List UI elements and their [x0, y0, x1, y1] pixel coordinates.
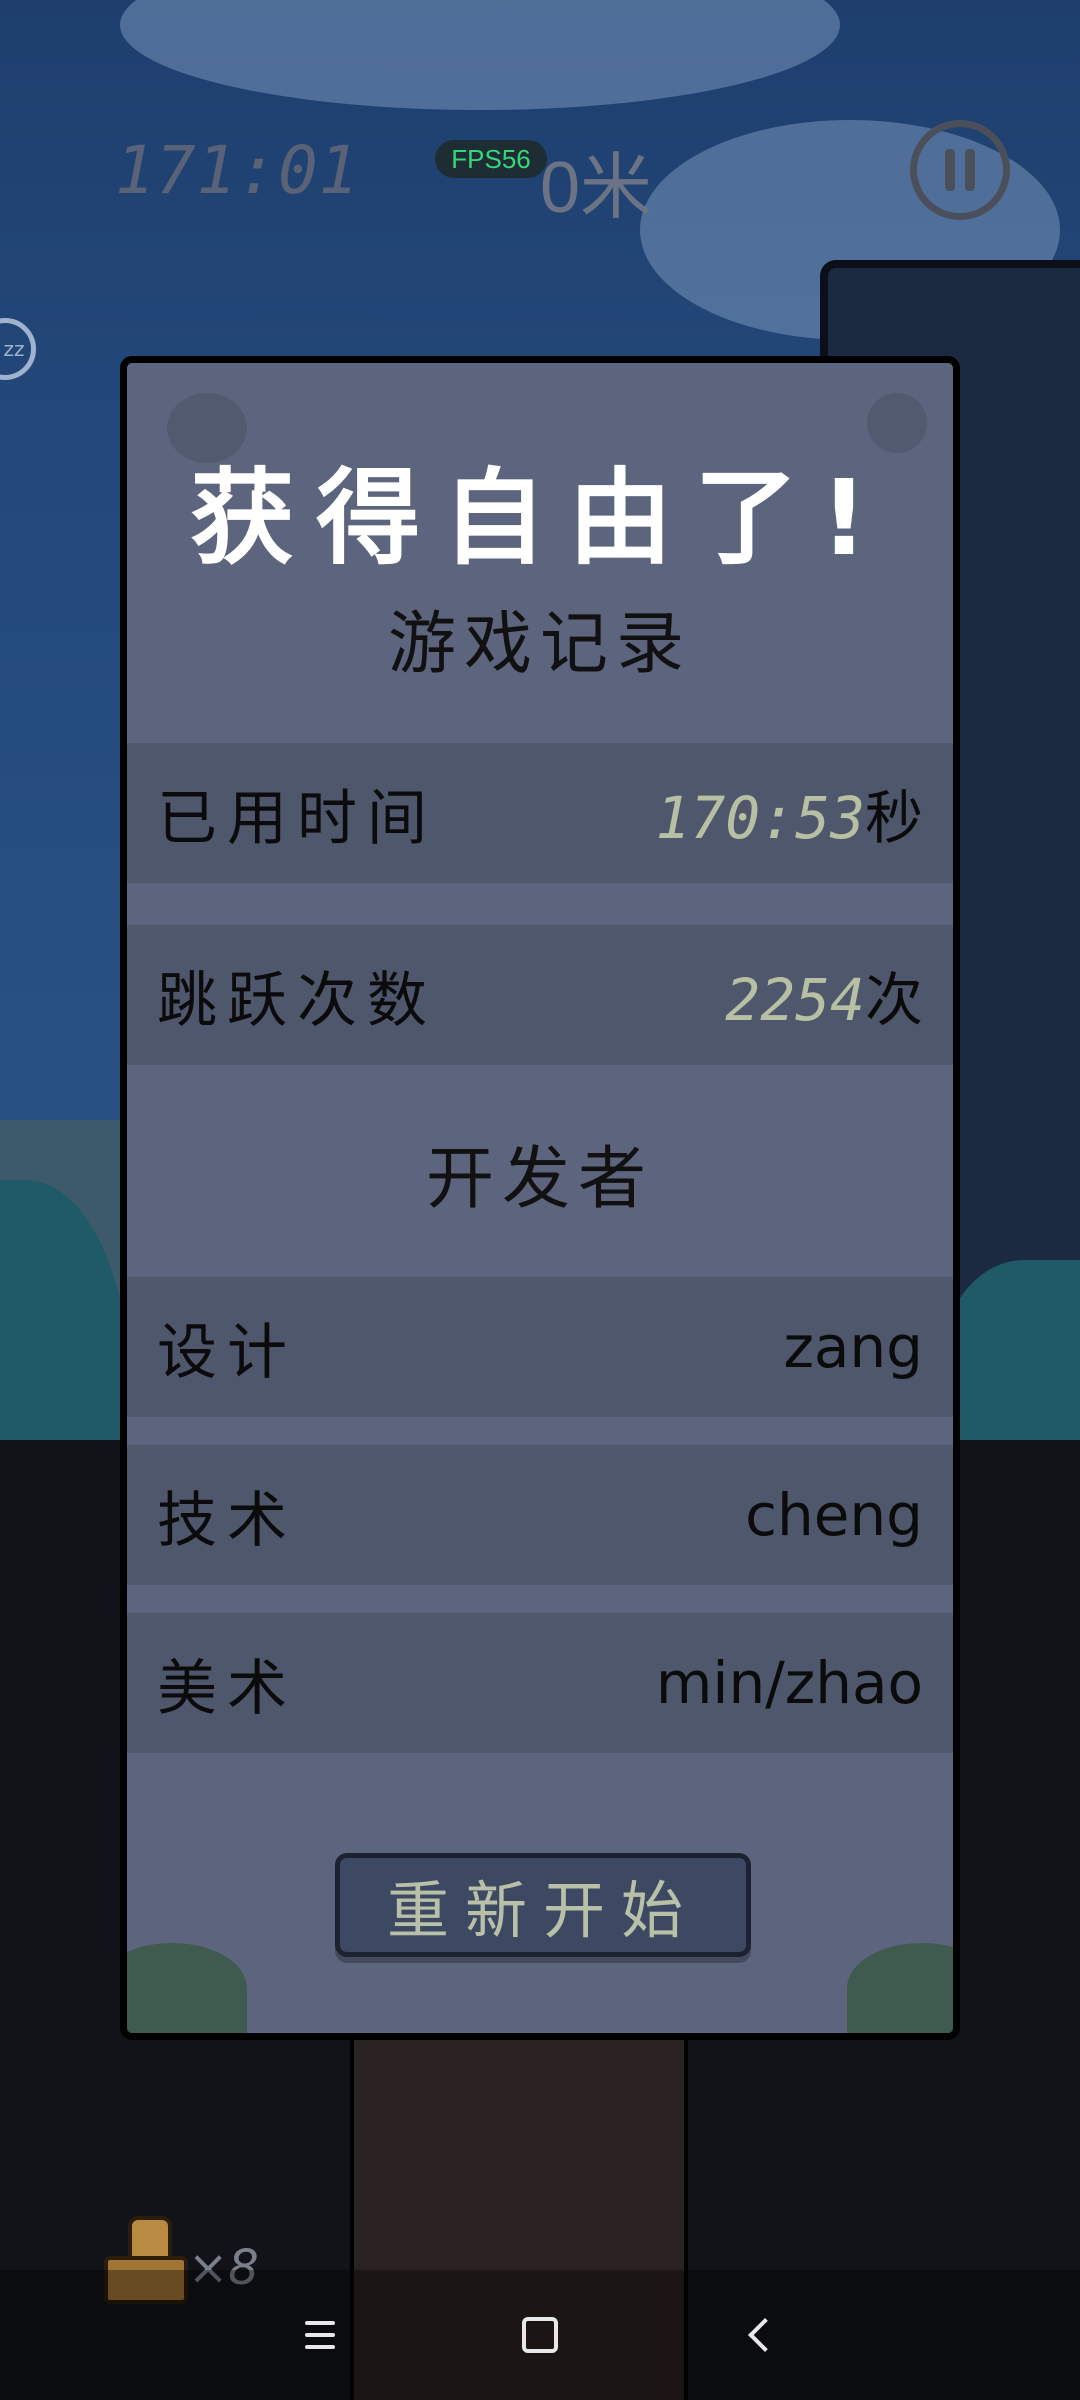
- nav-menu-button[interactable]: [285, 2300, 355, 2370]
- stat-row-time: 已用时间 170:53秒: [127, 743, 953, 883]
- stat-value: 2254次: [725, 953, 923, 1037]
- nav-home-button[interactable]: [505, 2300, 575, 2370]
- decoration: [847, 1943, 953, 2033]
- stat-value: 170:53秒: [655, 771, 923, 855]
- record-heading: 游戏记录: [387, 605, 692, 684]
- credit-label: 设计: [157, 1317, 297, 1388]
- system-nav-bar: [0, 2270, 1080, 2400]
- decoration: [127, 1943, 247, 2033]
- stat-label: 已用时间: [157, 783, 437, 854]
- credit-value: min/zhao: [655, 1649, 923, 1717]
- menu-icon: [305, 2321, 335, 2349]
- home-icon: [522, 2317, 558, 2353]
- credit-label: 美术: [157, 1653, 297, 1724]
- stat-unit: 秒: [864, 784, 923, 852]
- restart-button[interactable]: 重新开始: [335, 1853, 751, 1957]
- stat-unit: 次: [864, 966, 923, 1034]
- stat-row-jumps: 跳跃次数 2254次: [127, 925, 953, 1065]
- credit-value: cheng: [745, 1481, 923, 1549]
- pause-button[interactable]: [910, 120, 1010, 220]
- developers-heading: 开发者: [425, 1140, 654, 1219]
- dialog-title: 获得自由了!: [190, 457, 890, 579]
- distance-counter: 0米: [540, 148, 653, 228]
- pause-icon-bar: [965, 149, 975, 191]
- credit-value: zang: [783, 1313, 923, 1381]
- credit-row-tech: 技术 cheng: [127, 1445, 953, 1585]
- back-icon: [748, 2318, 782, 2352]
- nav-back-button[interactable]: [725, 2300, 795, 2370]
- credit-label: 技术: [157, 1485, 297, 1556]
- result-dialog: 获得自由了! 游戏记录 已用时间 170:53秒 跳跃次数 2254次 开发者 …: [120, 356, 960, 2040]
- credit-row-design: 设计 zang: [127, 1277, 953, 1417]
- pause-icon: [945, 149, 955, 191]
- stat-label: 跳跃次数: [157, 965, 437, 1036]
- stat-number: 2254: [725, 966, 865, 1034]
- fps-badge: FPS56: [435, 140, 547, 178]
- credit-row-art: 美术 min/zhao: [127, 1613, 953, 1753]
- stat-number: 170:53: [655, 784, 865, 852]
- elapsed-timer: 171:01: [115, 132, 360, 209]
